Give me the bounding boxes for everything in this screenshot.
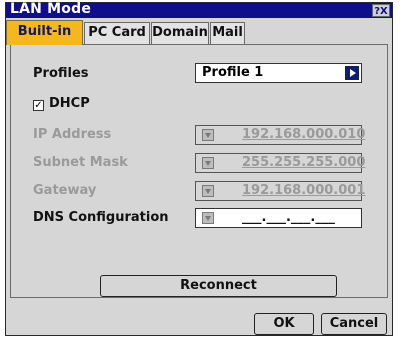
gateway-field: 192.168.000.001 — [195, 181, 366, 201]
tab-domain[interactable]: Domain — [151, 22, 209, 44]
reconnect-button[interactable]: Reconnect — [100, 275, 337, 297]
subnet-mask-value: 255.255.255.000 — [242, 155, 366, 170]
cancel-button[interactable]: Cancel — [321, 313, 387, 335]
profiles-label: Profiles — [33, 66, 89, 81]
gateway-value: 192.168.000.001 — [242, 183, 366, 198]
dhcp-checkbox[interactable]: ✓ — [33, 100, 44, 111]
tab-mail[interactable]: Mail — [210, 22, 245, 44]
profiles-select[interactable]: Profile 1 — [195, 63, 362, 83]
ip-address-label: IP Address — [33, 127, 112, 142]
lan-mode-window: LAN Mode ?X Built-in PC Card Domain Mail… — [5, 1, 393, 336]
tab-bar: Built-in PC Card Domain Mail — [6, 20, 392, 45]
arrow-right-icon — [345, 66, 359, 80]
subnet-mask-field: 255.255.255.000 — [195, 153, 366, 173]
ok-button[interactable]: OK — [254, 313, 314, 335]
tab-built-in[interactable]: Built-in — [6, 20, 83, 45]
help-close-button[interactable]: ?X — [372, 4, 390, 17]
dns-configuration-value: ___.___.___.___ — [242, 210, 335, 225]
gateway-label: Gateway — [33, 183, 97, 198]
dropdown-icon — [202, 185, 214, 197]
subnet-mask-label: Subnet Mask — [33, 155, 128, 170]
profiles-value: Profile 1 — [202, 65, 264, 80]
ip-address-field: 192.168.000.010 — [195, 125, 366, 145]
dropdown-icon — [202, 129, 214, 141]
tab-pc-card[interactable]: PC Card — [84, 22, 150, 44]
ip-address-value: 192.168.000.010 — [242, 127, 366, 142]
window-title: LAN Mode — [10, 1, 92, 17]
dhcp-label: DHCP — [49, 96, 90, 111]
dns-configuration-field[interactable]: ___.___.___.___ — [195, 208, 362, 228]
dropdown-icon — [202, 157, 214, 169]
dns-configuration-label: DNS Configuration — [33, 210, 169, 225]
built-in-panel: Profiles Profile 1 ✓ DHCP IP Address 192… — [10, 44, 388, 298]
title-bar: LAN Mode ?X — [6, 1, 392, 18]
dropdown-icon[interactable] — [202, 212, 214, 224]
